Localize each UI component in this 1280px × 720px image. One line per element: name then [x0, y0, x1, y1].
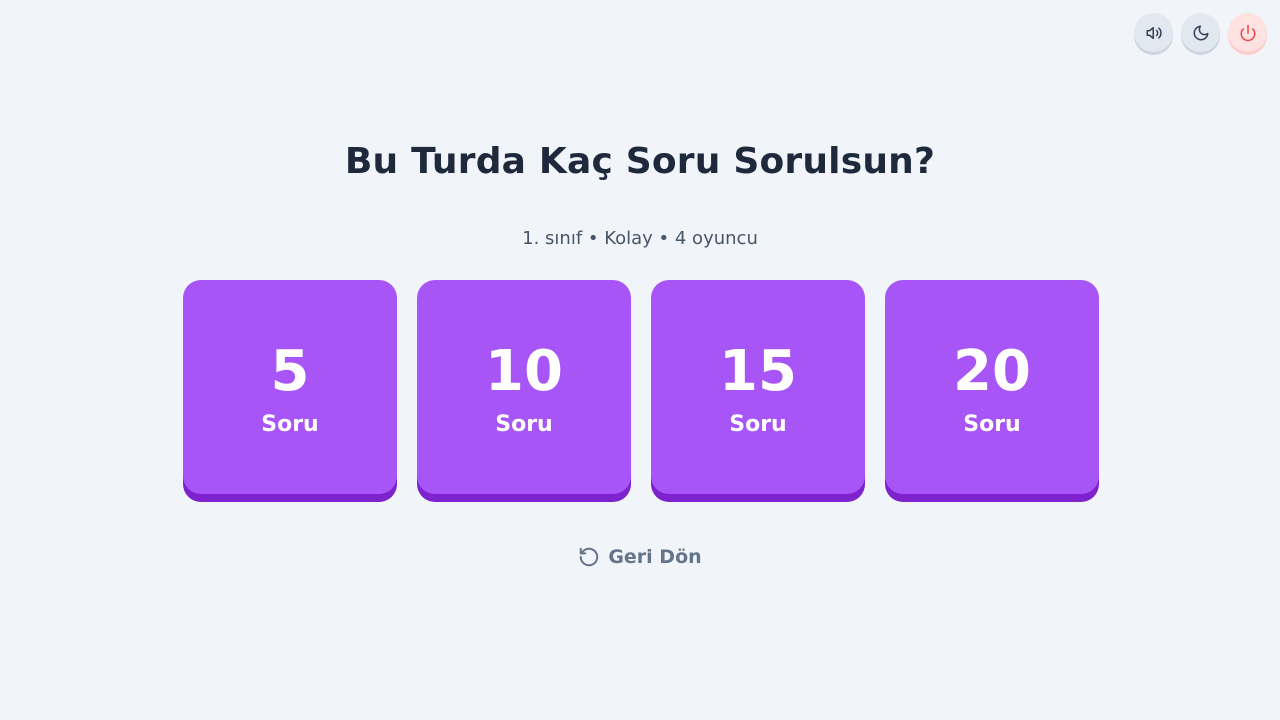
- sound-button[interactable]: [1134, 13, 1173, 52]
- option-label: Soru: [261, 411, 319, 437]
- page-title: Bu Turda Kaç Soru Sorulsun?: [344, 141, 936, 182]
- moon-icon: [1193, 25, 1208, 40]
- game-info: 1. sınıf • Kolay • 4 oyuncu: [522, 228, 758, 249]
- option-count: 20: [953, 338, 1031, 404]
- top-controls: [1134, 13, 1267, 52]
- option-label: Soru: [963, 411, 1021, 437]
- theme-toggle-button[interactable]: [1181, 13, 1220, 52]
- undo-icon: [580, 547, 599, 567]
- power-button[interactable]: [1228, 13, 1267, 52]
- option-10-questions[interactable]: 10 Soru: [417, 280, 631, 494]
- question-count-options: 5 Soru 10 Soru 15 Soru 20 Soru: [183, 280, 1099, 494]
- option-5-questions[interactable]: 5 Soru: [183, 280, 397, 494]
- back-label: Geri Dön: [608, 546, 702, 568]
- volume-icon: [1146, 26, 1162, 39]
- option-15-questions[interactable]: 15 Soru: [651, 280, 865, 494]
- option-count: 15: [719, 338, 797, 404]
- option-count: 10: [485, 338, 563, 404]
- power-icon: [1240, 24, 1255, 41]
- option-label: Soru: [729, 411, 787, 437]
- option-20-questions[interactable]: 20 Soru: [885, 280, 1099, 494]
- option-label: Soru: [495, 411, 553, 437]
- option-count: 5: [270, 338, 310, 404]
- back-button[interactable]: Geri Dön: [0, 546, 1280, 568]
